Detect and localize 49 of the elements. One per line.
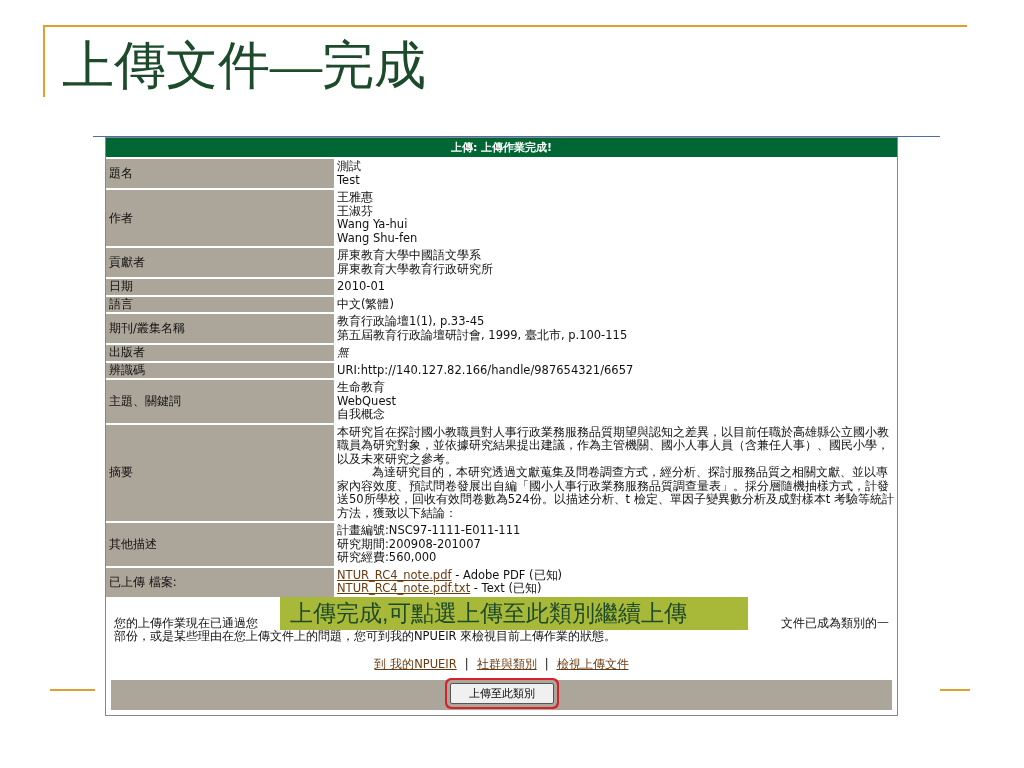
field-label: 已上傳 檔案:	[106, 567, 334, 597]
field-value: 屏東教育大學中國語文學系	[337, 249, 482, 262]
field-value: 2010-01	[337, 280, 387, 294]
field-value: 教育行政論壇1(1), p.33-45	[337, 315, 486, 328]
field-value: 研究經費:560,000	[337, 551, 438, 565]
field-value: 研究期間:200908-201007	[337, 537, 482, 551]
field-value: 無	[337, 346, 351, 360]
notice-text: 部份，或是某些理由在您上傳文件上的問題，您可到我的NPUEIR 來檢視目前上傳作業的狀態。	[114, 629, 618, 643]
field-label: 語言	[106, 296, 334, 312]
notice-text: 您的上傳作業現在已通過您	[114, 616, 258, 630]
field-label: 日期	[106, 279, 334, 295]
link-separator: |	[464, 656, 469, 672]
abstract-paragraph: 本研究旨在探討國小教職員對人事行政業務服務品質期望與認知之差異，以目前任職於高雄縣公立國小教職員為研究對象，並依據研究結果提出建議，作為主管機關、國小人事人員（含兼任人事）、國民小學，以及未來研究之參考。	[337, 425, 890, 466]
field-value: Wang Shu-fen	[337, 231, 419, 245]
field-value: WebQuest	[337, 394, 397, 408]
field-value: 第五屆教育行政論壇研討會, 1999, 臺北市, p.100-115	[337, 328, 629, 342]
field-label: 貢獻者	[106, 248, 334, 277]
field-value: 自我概念	[337, 408, 386, 422]
callout-label: 上傳完成,可點選上傳至此類別繼續上傳	[280, 596, 748, 630]
nav-link[interactable]: 社群與類別	[476, 656, 537, 672]
field-value: Test	[337, 173, 361, 187]
field-label: 其他描述	[106, 523, 334, 566]
field-label: 作者	[106, 190, 334, 246]
file-type: - Text (已知)	[472, 581, 542, 595]
abstract-paragraph: 為達研究目的，本研究透過文獻蒐集及問卷調查方式，經分析、探討服務品質之相關文獻、並以專家內容效度、預試問卷發展出自編「國小人事行政業務服務品質調查量表」。採分層隨機抽樣方式，計發送50所學校，回收有效問卷數為524份。以描述分析、t 檢定、單因子變異數分析及成對樣本t 考驗等統計方法，獲致以下結論：	[337, 466, 894, 520]
field-label: 摘要	[106, 424, 334, 521]
field-value: 王淑芬	[337, 204, 373, 218]
file-type: - Adobe PDF (已知)	[454, 567, 563, 582]
link-separator: |	[544, 656, 549, 672]
field-label: 辨識碼	[106, 362, 334, 378]
field-label: 期刊/叢集名稱	[106, 314, 334, 343]
panel-header: 上傳: 上傳作業完成!	[106, 138, 897, 157]
file-link[interactable]: NTUR_RC4_note.pdf.txt	[337, 581, 471, 595]
slide-title: 上傳文件—完成	[61, 36, 427, 96]
notice-text: 文件已成為類別的一	[781, 616, 889, 630]
field-value: URI:http://140.127.82.166/handle/987654321/6657	[337, 363, 635, 377]
field-value: Wang Ya-hui	[337, 218, 409, 232]
field-value: 計畫編號:NSC97-1111-E011-111	[337, 524, 522, 538]
field-label: 主題、關鍵詞	[106, 380, 334, 423]
field-label: 題名	[106, 159, 334, 188]
field-value: 屏東教育大學教育行政研究所	[337, 262, 494, 276]
field-value: 測試	[337, 160, 362, 174]
field-value: 王雅惠	[337, 191, 374, 205]
nav-link[interactable]: 檢視上傳文件	[556, 656, 629, 672]
nav-link[interactable]: 到 我的NPUEIR	[374, 656, 457, 672]
field-label: 出版者	[106, 345, 334, 361]
field-value: 生命教育	[337, 381, 386, 395]
file-link[interactable]: NTUR_RC4_note.pdf	[337, 567, 452, 582]
field-value: 中文(繁體)	[337, 297, 395, 311]
